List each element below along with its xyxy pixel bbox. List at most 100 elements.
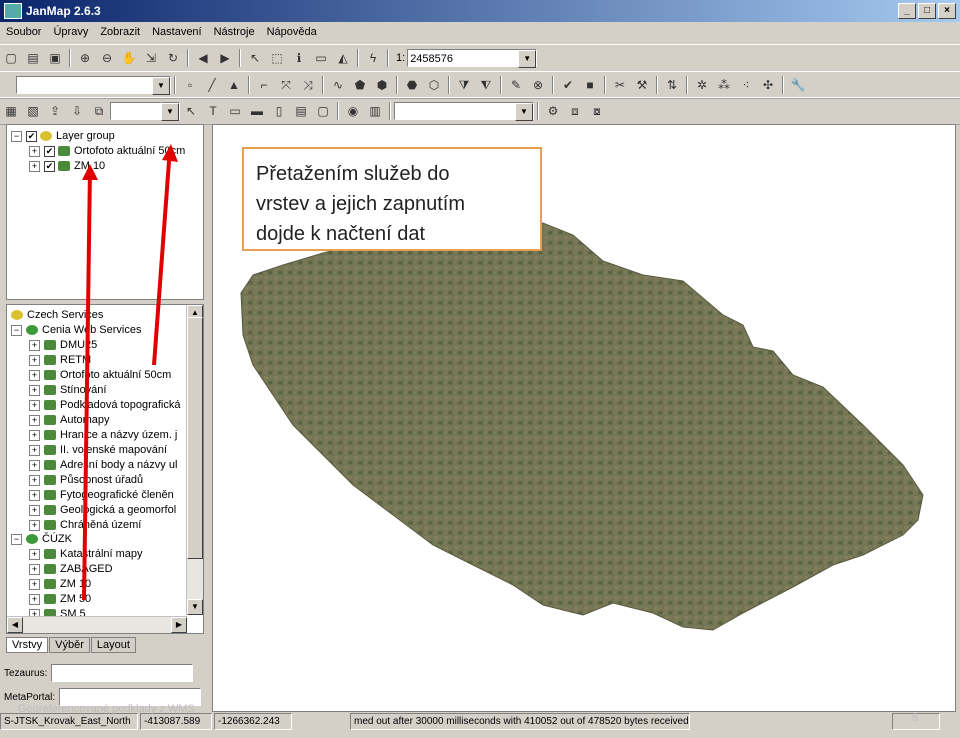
expand-icon[interactable]: +: [29, 459, 40, 471]
line-style-icon[interactable]: ▬: [248, 102, 266, 120]
expand-icon[interactable]: +: [29, 474, 40, 486]
service-layer-row[interactable]: + Geologická a geomorfol: [29, 503, 176, 517]
menu-napoveda[interactable]: Nápověda: [261, 26, 323, 38]
expand-icon[interactable]: +: [29, 563, 40, 575]
select-arrow-icon[interactable]: ↖: [246, 49, 264, 67]
polygon-icon[interactable]: ▲: [225, 76, 243, 94]
edit-layer-combobox[interactable]: ▼: [16, 76, 171, 95]
topology-icon[interactable]: ✲: [693, 76, 711, 94]
delete-icon[interactable]: ⊗: [529, 76, 547, 94]
tab-layout[interactable]: Layout: [90, 637, 136, 653]
union-icon[interactable]: ⬣: [403, 76, 421, 94]
print-preview-icon[interactable]: ▧: [24, 102, 42, 120]
check-icon[interactable]: ✔: [559, 76, 577, 94]
maximize-button[interactable]: □: [918, 3, 936, 19]
lightning-icon[interactable]: ϟ: [364, 49, 382, 67]
network-icon[interactable]: ✣: [759, 76, 777, 94]
horizontal-scrollbar[interactable]: ◀ ▶: [7, 616, 187, 633]
service-layer-row[interactable]: + Stínování: [29, 383, 106, 397]
tezaurus-input[interactable]: [51, 664, 194, 682]
expand-icon[interactable]: +: [29, 354, 40, 366]
globe-icon[interactable]: ◉: [344, 102, 362, 120]
expand-icon[interactable]: +: [29, 593, 40, 605]
scroll-left-icon[interactable]: ◀: [7, 617, 23, 633]
scale-combobox[interactable]: 2458576 ▼: [407, 49, 538, 68]
expand-icon[interactable]: +: [29, 489, 40, 501]
collapse-icon[interactable]: −: [11, 130, 22, 142]
service-layer-row[interactable]: + Působnost úřadů: [29, 473, 143, 487]
export-icon[interactable]: ⇪: [46, 102, 64, 120]
service-layer-row[interactable]: + ZM 50: [29, 592, 91, 606]
merge-icon[interactable]: ⬢: [373, 76, 391, 94]
label-icon[interactable]: ▭: [226, 102, 244, 120]
collapse-icon[interactable]: −: [11, 324, 22, 336]
zoom-extent-icon[interactable]: ⇲: [142, 49, 160, 67]
chevron-down-icon[interactable]: ▼: [161, 103, 179, 121]
filter-icon[interactable]: ⧇: [588, 102, 606, 120]
menu-soubor[interactable]: Soubor: [0, 26, 47, 38]
chevron-down-icon[interactable]: ▼: [515, 103, 533, 121]
chevron-down-icon[interactable]: ▼: [518, 50, 537, 68]
import-icon[interactable]: ⇩: [68, 102, 86, 120]
service-layer-row[interactable]: + Automapy: [29, 413, 110, 427]
expand-icon[interactable]: +: [29, 399, 40, 411]
curve-icon[interactable]: ∿: [329, 76, 347, 94]
nodes2-icon[interactable]: ⁖: [737, 76, 755, 94]
legend-icon[interactable]: ▯: [270, 102, 288, 120]
menu-nastroje[interactable]: Nástroje: [208, 26, 261, 38]
forward-icon[interactable]: ▶: [216, 49, 234, 67]
open-folder-icon[interactable]: ▤: [24, 49, 42, 67]
table-icon[interactable]: ▥: [366, 102, 384, 120]
move-vertex-icon[interactable]: ⤧: [277, 76, 295, 94]
scroll-right-icon[interactable]: ▶: [171, 617, 187, 633]
layer-group-row[interactable]: − ✔ Layer group: [11, 129, 115, 143]
minimize-button[interactable]: _: [898, 3, 916, 19]
print-icon[interactable]: ▦: [2, 102, 20, 120]
expand-icon[interactable]: +: [29, 504, 40, 516]
service-layer-row[interactable]: + ZM 10: [29, 577, 91, 591]
tab-vyber[interactable]: Výběr: [49, 637, 90, 653]
expand-icon[interactable]: +: [29, 339, 40, 351]
service-layer-row[interactable]: + Podkladová topografická: [29, 398, 180, 412]
split-icon[interactable]: ⤨: [299, 76, 317, 94]
edit-polygon-icon[interactable]: ⬟: [351, 76, 369, 94]
zoom-in-icon[interactable]: ⊕: [76, 49, 94, 67]
scroll-thumb[interactable]: [187, 317, 203, 559]
vertical-scrollbar[interactable]: ▲ ▼: [186, 305, 203, 615]
layer-checkbox[interactable]: ✔: [44, 160, 55, 172]
service-layer-row[interactable]: + Fytogeografické členěn: [29, 488, 174, 502]
info-icon[interactable]: ℹ: [290, 49, 308, 67]
snap2-icon[interactable]: ⧨: [477, 76, 495, 94]
pointer-icon[interactable]: ↖: [182, 102, 200, 120]
layer-checkbox[interactable]: ✔: [44, 145, 55, 157]
zoom-out-icon[interactable]: ⊖: [98, 49, 116, 67]
close-button[interactable]: ×: [938, 3, 956, 19]
scroll-down-icon[interactable]: ▼: [187, 599, 203, 615]
intersect-icon[interactable]: ⬡: [425, 76, 443, 94]
save-icon[interactable]: ▣: [46, 49, 64, 67]
service-layer-row[interactable]: + Chráněná území: [29, 518, 141, 532]
measure-icon[interactable]: ▭: [312, 49, 330, 67]
collapse-icon[interactable]: −: [11, 533, 22, 545]
style-combobox[interactable]: [110, 102, 162, 120]
text-icon[interactable]: T: [204, 102, 222, 120]
pencil-icon[interactable]: ✎: [507, 76, 525, 94]
nodes-icon[interactable]: ⁂: [715, 76, 733, 94]
tab-vrstvy[interactable]: Vrstvy: [6, 637, 49, 653]
layer-row[interactable]: + ✔ Ortofoto aktuální 50cm: [29, 144, 185, 158]
menu-zobrazit[interactable]: Zobrazit: [94, 26, 146, 38]
line-icon[interactable]: ╱: [203, 76, 221, 94]
expand-icon[interactable]: +: [29, 548, 40, 560]
service-layer-row[interactable]: + ZABAGED: [29, 562, 113, 576]
wrench-icon[interactable]: ✂: [611, 76, 629, 94]
expand-icon[interactable]: +: [29, 414, 40, 426]
service-group-row[interactable]: − ČÚZK: [11, 532, 72, 546]
select-box-icon[interactable]: ⬚: [268, 49, 286, 67]
point-icon[interactable]: ▫: [181, 76, 199, 94]
settings-wrench-icon[interactable]: 🔧: [789, 76, 807, 94]
tool-icon[interactable]: ⚒: [633, 76, 651, 94]
expand-icon[interactable]: +: [29, 369, 40, 381]
service-layer-row[interactable]: + II. vojenské mapování: [29, 443, 167, 457]
attribute-icon[interactable]: ⇅: [663, 76, 681, 94]
stop-icon[interactable]: ■: [581, 76, 599, 94]
